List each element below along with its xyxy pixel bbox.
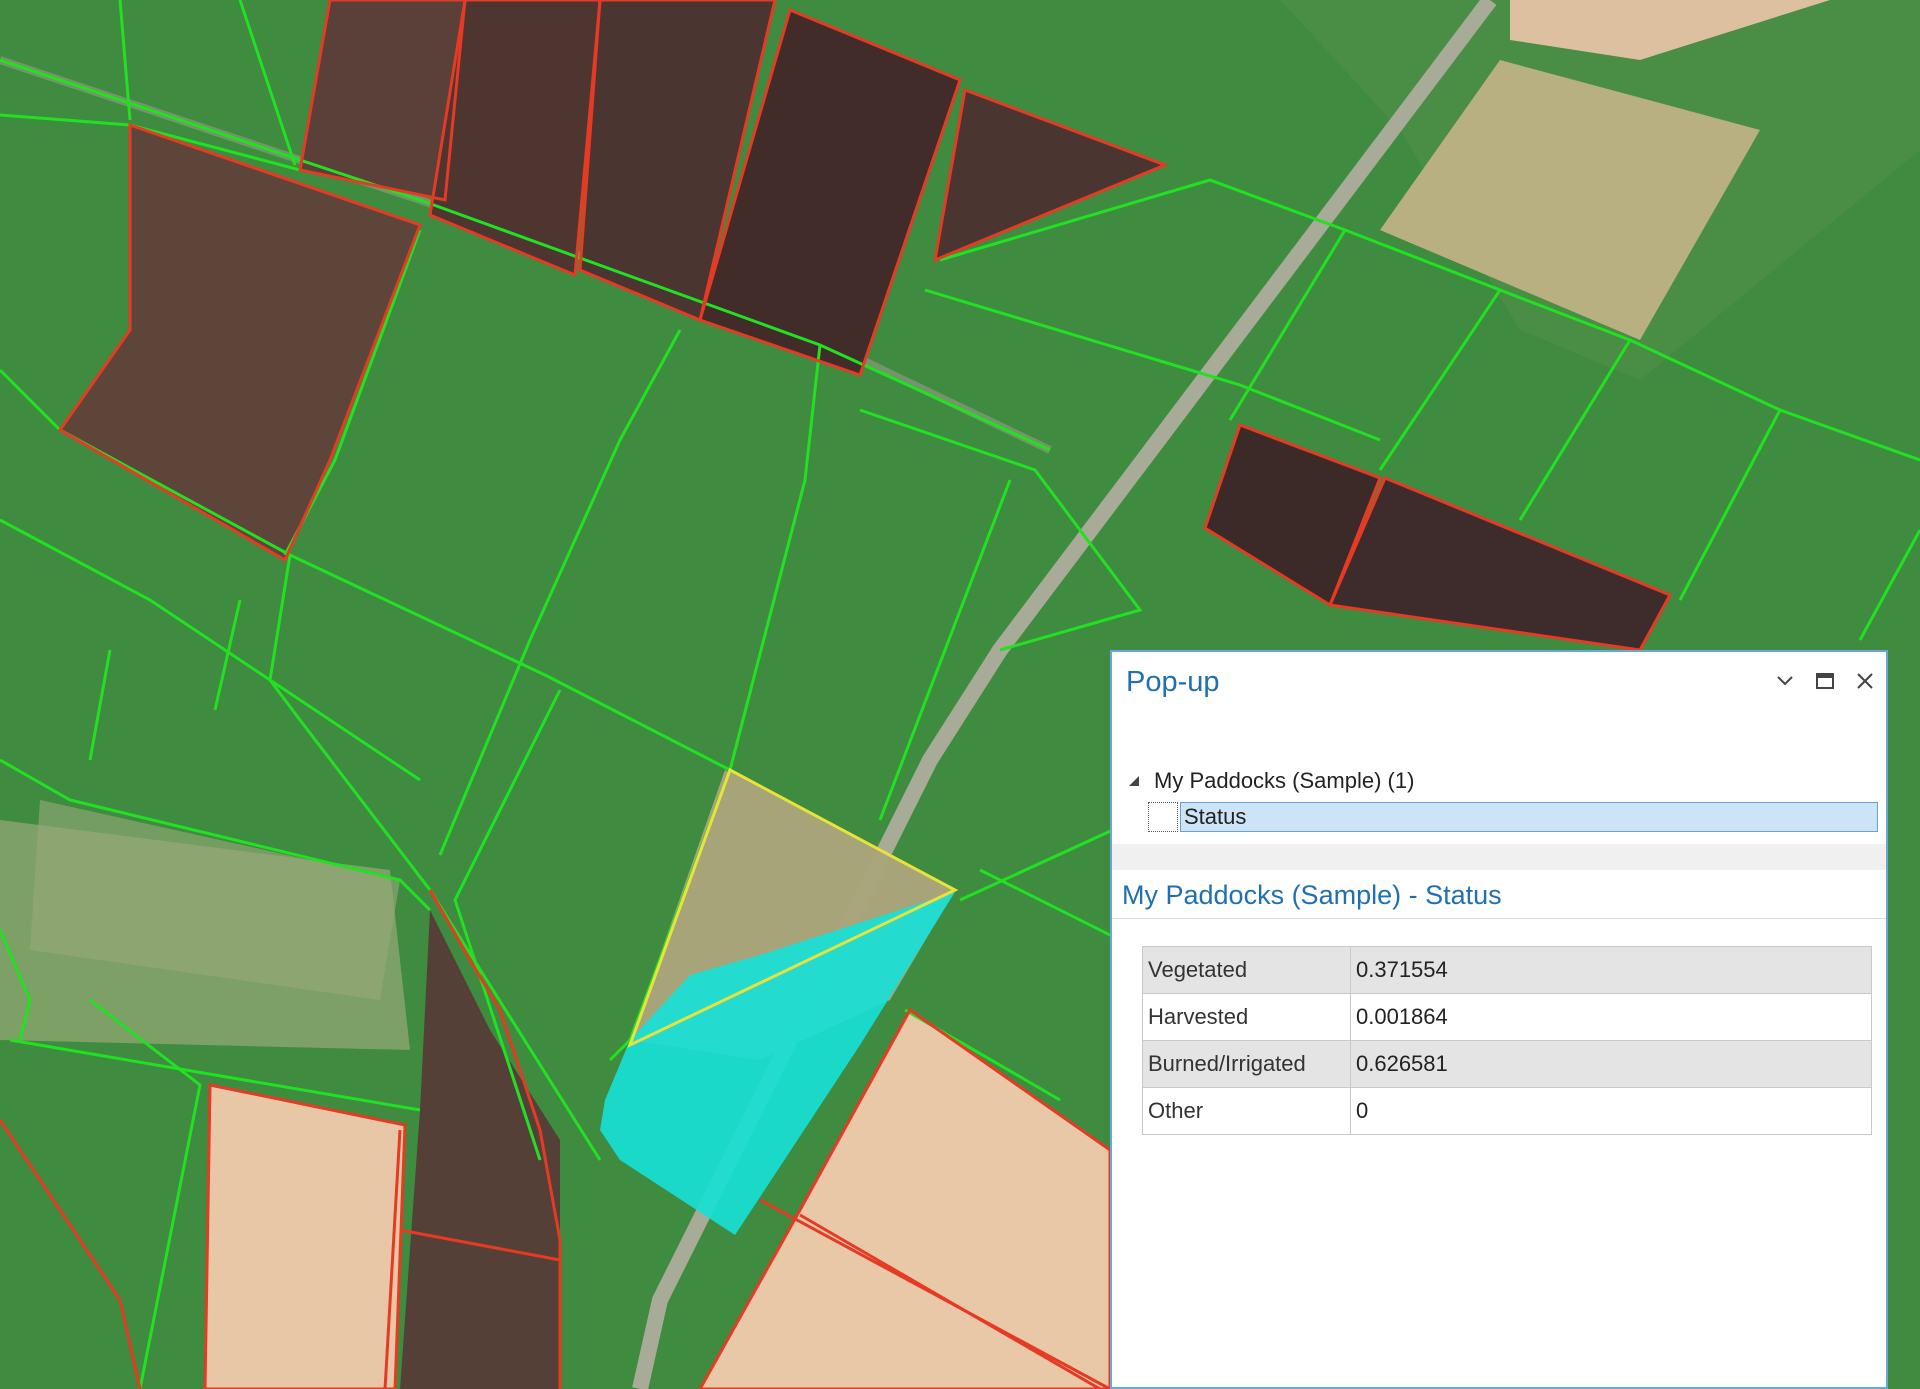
popup-panel: Pop-up My Paddocks (Sample) (1) Status M…	[1110, 650, 1888, 1389]
layer-node-label: My Paddocks (Sample) (1)	[1154, 768, 1415, 793]
panel-splitter[interactable]	[1112, 844, 1886, 870]
table-row: Harvested 0.001864	[1142, 993, 1872, 1041]
attribute-key: Vegetated	[1142, 946, 1351, 994]
attribute-key: Other	[1142, 1087, 1351, 1135]
focus-indicator	[1148, 802, 1178, 832]
popup-header: Pop-up	[1112, 652, 1886, 698]
attribute-table: Vegetated 0.371554 Harvested 0.001864 Bu…	[1142, 946, 1872, 1135]
tree-layer-node[interactable]: My Paddocks (Sample) (1)	[1126, 766, 1414, 796]
section-title: My Paddocks (Sample) - Status	[1122, 880, 1502, 910]
expand-triangle-icon[interactable]	[1126, 773, 1142, 789]
feature-label[interactable]: Status	[1180, 802, 1878, 832]
tree-feature-row[interactable]: Status	[1148, 802, 1878, 832]
table-row: Burned/Irrigated 0.626581	[1142, 1040, 1872, 1088]
attribute-value: 0	[1350, 1087, 1872, 1135]
table-row: Vegetated 0.371554	[1142, 946, 1872, 994]
attribute-key: Harvested	[1142, 993, 1351, 1041]
attribute-value: 0.371554	[1350, 946, 1872, 994]
chevron-down-icon[interactable]	[1772, 668, 1798, 694]
attribute-value: 0.626581	[1350, 1040, 1872, 1088]
table-row: Other 0	[1142, 1087, 1872, 1135]
maximize-icon[interactable]	[1812, 668, 1838, 694]
popup-title: Pop-up	[1126, 666, 1220, 698]
attribute-value: 0.001864	[1350, 993, 1872, 1041]
close-icon[interactable]	[1852, 668, 1878, 694]
attribute-key: Burned/Irrigated	[1142, 1040, 1351, 1088]
section-divider	[1112, 918, 1886, 919]
